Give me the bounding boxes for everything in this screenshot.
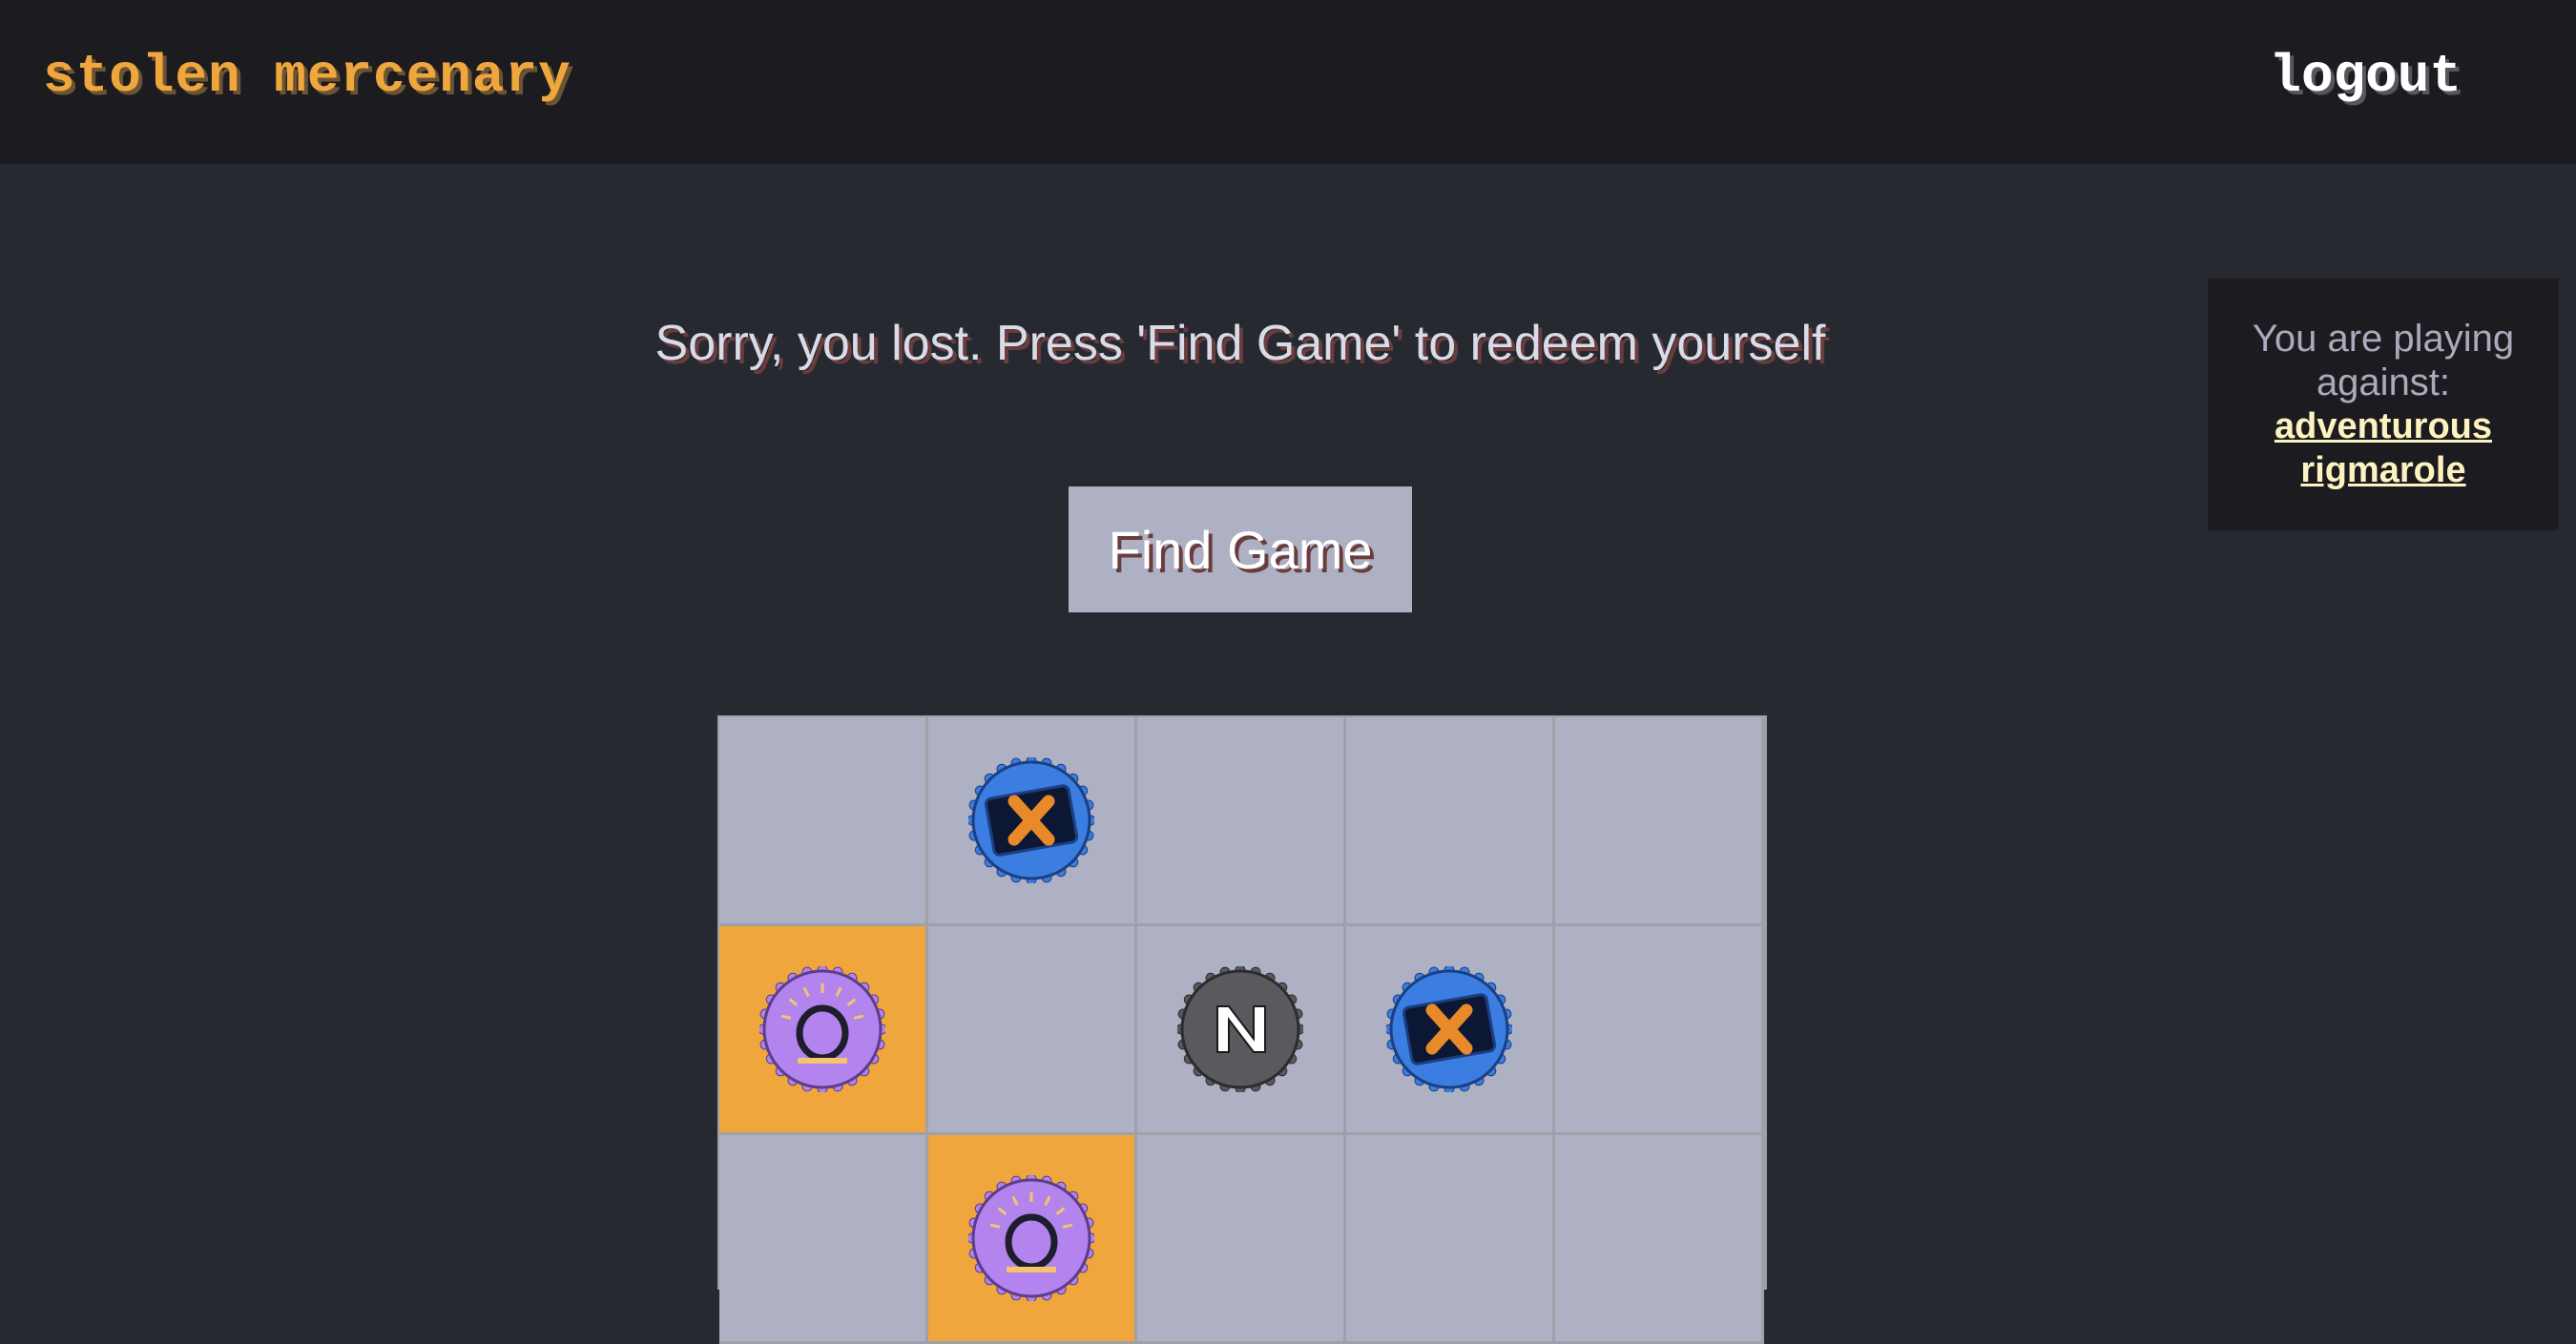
top-navigation-bar: stolen mercenary logout — [0, 0, 2576, 164]
opponent-name-line[interactable]: adventurous — [2208, 404, 2559, 448]
board-cell[interactable] — [1137, 926, 1346, 1135]
game-board — [717, 715, 1767, 1344]
board-cell[interactable] — [719, 1135, 928, 1344]
board-cell[interactable] — [1555, 717, 1764, 926]
board-cell[interactable] — [1346, 926, 1555, 1135]
game-status-message: Sorry, you lost. Press 'Find Game' to re… — [654, 316, 1826, 371]
app-brand[interactable]: stolen mercenary — [43, 46, 571, 107]
find-game-button[interactable]: Find Game — [1069, 486, 1412, 612]
board-cell[interactable] — [928, 717, 1137, 926]
board-cell[interactable] — [1346, 1135, 1555, 1344]
board-cell[interactable] — [719, 926, 928, 1135]
board-cell[interactable] — [1346, 717, 1555, 926]
board-cell[interactable] — [719, 717, 928, 926]
opponent-panel: You are playing against: adventurous rig… — [2208, 279, 2559, 530]
opponent-name-line[interactable]: rigmarole — [2208, 448, 2559, 492]
opponent-name-link[interactable]: adventurous rigmarole — [2208, 404, 2559, 492]
board-cell[interactable] — [1555, 926, 1764, 1135]
board-cell[interactable] — [928, 926, 1137, 1135]
board-cell[interactable] — [928, 1135, 1137, 1344]
board-cell[interactable] — [1137, 1135, 1346, 1344]
opponent-label: You are playing against: — [2252, 318, 2515, 403]
logout-link[interactable]: logout — [2269, 46, 2462, 107]
board-cell[interactable] — [1137, 717, 1346, 926]
board-cell[interactable] — [1555, 1135, 1764, 1344]
